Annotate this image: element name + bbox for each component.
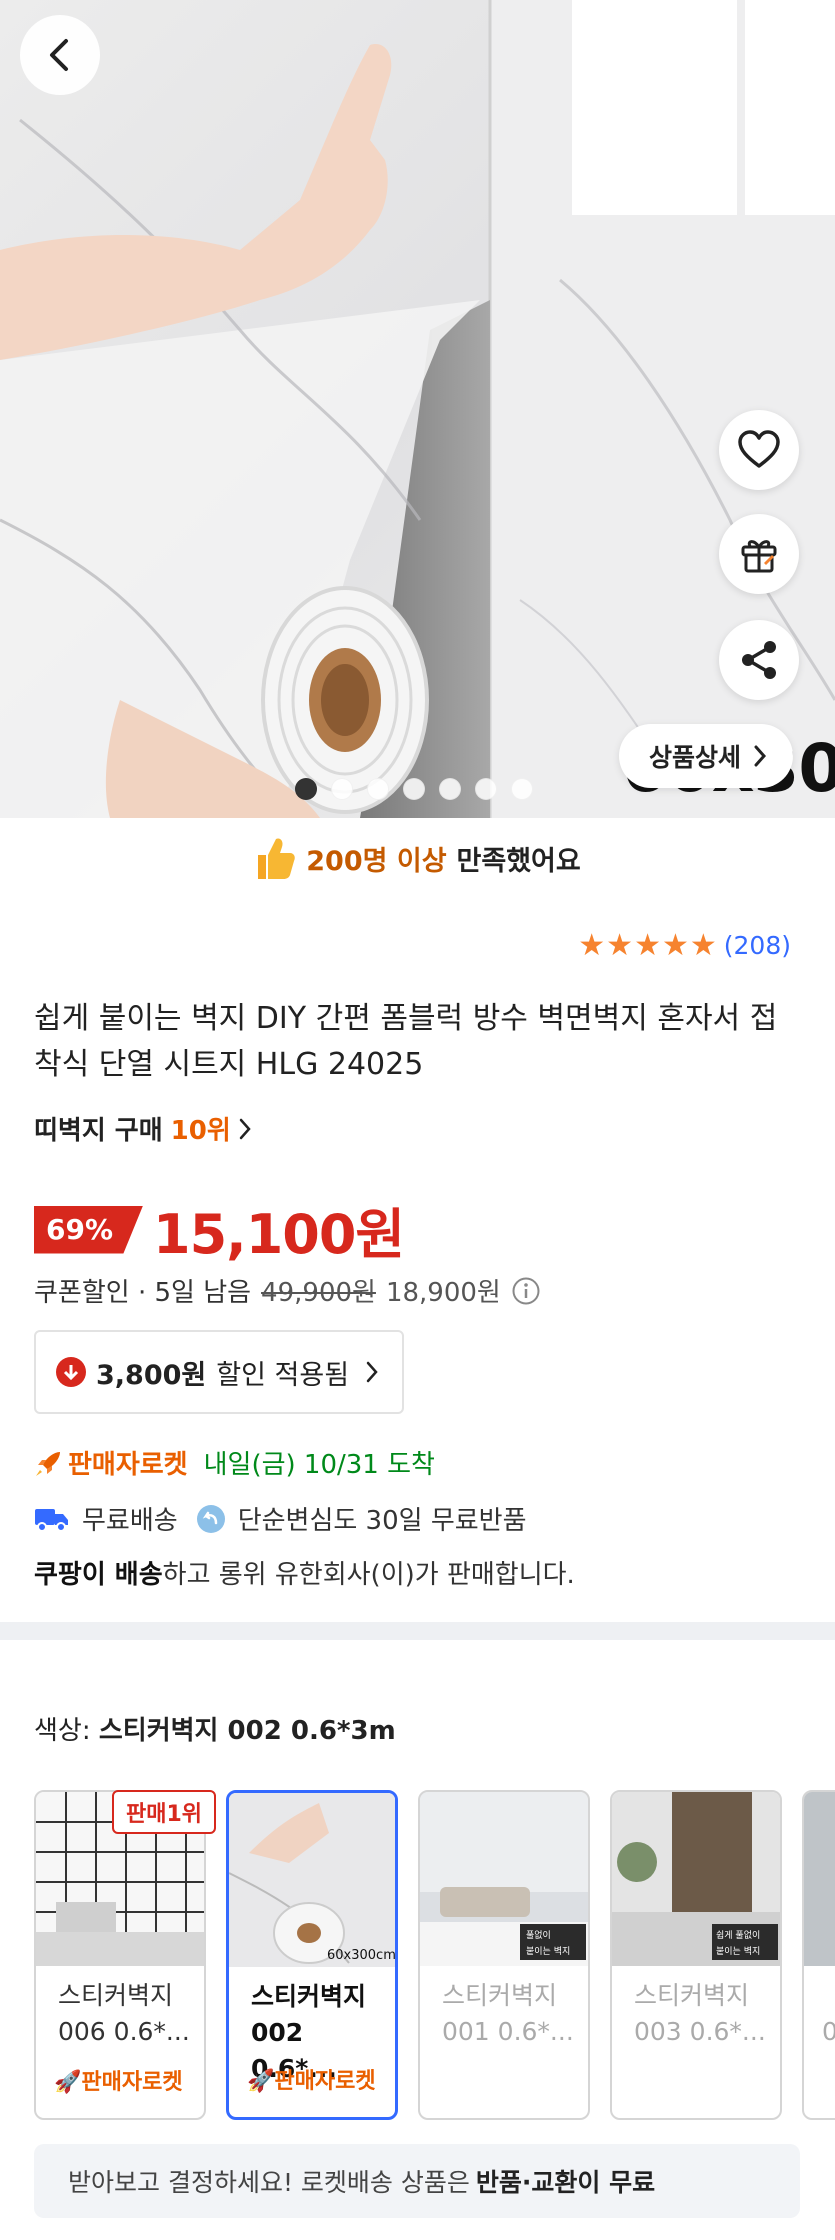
satisfaction-count: 200명 이상 [306, 845, 447, 877]
share-icon [742, 641, 776, 679]
review-count[interactable]: (208) [724, 931, 791, 960]
seller-rocket-label: 판매자로켓 [68, 1450, 188, 1480]
pagination-dot[interactable] [403, 778, 425, 800]
pagination-dot[interactable] [331, 778, 353, 800]
svg-text:쉽게 풀없이: 쉽게 풀없이 [716, 1930, 760, 1941]
discount-applied-button[interactable]: 3,800원 할인 적용됨 [34, 1330, 404, 1414]
option-rocket-label: 🚀판매자로켓 [247, 2069, 376, 2094]
free-shipping-text: 무료배송 [82, 1506, 178, 1536]
price-row: 69% 15,100원 [34, 1190, 405, 1269]
back-button[interactable] [20, 15, 100, 95]
return-policy-text: 받아보고 결정하세요! 로켓배송 상품은 [68, 2168, 470, 2197]
option-thumb-label: 60x300cm [327, 1948, 395, 1963]
option-swatch[interactable]: 쉽게 풀없이 붙이는 벽지 스티커벽지 003 0.6*... [610, 1790, 782, 2120]
product-detail-label: 상품상세 [648, 743, 741, 772]
wishlist-button[interactable] [719, 410, 799, 490]
seller-rest: 하고 롱위 유한회사(이)가 판매합니다. [162, 1560, 575, 1590]
product-photo [0, 0, 835, 818]
section-divider [0, 1622, 835, 1640]
chevron-right-icon [239, 1118, 251, 1139]
rank-label: 띠벽지 구매 [34, 1116, 163, 1146]
option-label: 색상: 스티커벽지 002 0.6*3m [34, 1710, 396, 1747]
pagination-dot[interactable] [295, 778, 317, 800]
heart-icon [738, 430, 780, 468]
product-image[interactable]: 60x300cm 상품상세 [0, 0, 835, 818]
option-selected-value: 스티커벽지 002 0.6*3m [98, 1716, 396, 1746]
svg-text:붙이는 벽지: 붙이는 벽지 [526, 1946, 570, 1957]
pagination-dot[interactable] [475, 778, 497, 800]
option-name: 0 [804, 1966, 835, 2050]
discount-applied-text: 할인 적용됨 [216, 1359, 350, 1391]
image-pagination-dots [295, 778, 533, 800]
return-policy-note: 받아보고 결정하세요! 로켓배송 상품은 반품·교환이 무료 [34, 2144, 800, 2218]
share-button[interactable] [719, 620, 799, 700]
option-thumbnail: 풀없이 붙이는 벽지 [420, 1792, 588, 1966]
category-rank[interactable]: 띠벽지 구매 10위 [34, 1110, 251, 1147]
sale-price: 15,100원 [153, 1203, 405, 1266]
star-rating-icon: ★★★★★ [578, 928, 718, 963]
return-icon [196, 1504, 225, 1533]
thumbs-up-icon [258, 838, 296, 879]
free-return-text: 단순변심도 30일 무료반품 [237, 1506, 527, 1536]
svg-text:풀없이: 풀없이 [526, 1930, 551, 1941]
info-icon[interactable] [511, 1276, 541, 1306]
chevron-left-icon [50, 39, 68, 71]
arrow-down-icon [56, 1357, 86, 1387]
coupon-price: 18,900원 [385, 1278, 501, 1308]
satisfaction-text: 만족했어요 [456, 845, 581, 877]
option-thumbnail: 60x300cm [229, 1793, 395, 1967]
rank-value: 10위 [170, 1116, 231, 1146]
gift-icon [741, 540, 777, 573]
coupon-info: 쿠폰할인 · 5일 남음 49,900원 18,900원 [34, 1272, 541, 1309]
shipping-info: 무료배송 단순변심도 30일 무료반품 [34, 1500, 527, 1537]
chevron-right-icon [754, 745, 767, 767]
arrival-date: 내일(금) 10/31 도착 [203, 1450, 435, 1480]
option-name: 스티커벽지 001 0.6*... [442, 1981, 574, 2046]
discount-amount: 3,800원 [96, 1359, 207, 1391]
option-swatch[interactable]: 풀없이 붙이는 벽지 스티커벽지 001 0.6*... [418, 1790, 590, 2120]
rocket-icon [36, 1451, 60, 1476]
product-detail-button[interactable]: 상품상세 [618, 724, 793, 788]
truck-icon [35, 1508, 68, 1532]
coupon-label: 쿠폰할인 · 5일 남음 [34, 1278, 252, 1308]
option-thumbnail [804, 1792, 835, 1966]
option-name: 스티커벽지 006 0.6*... [58, 1981, 190, 2046]
delivery-info: 판매자로켓 내일(금) 10/31 도착 [34, 1444, 435, 1481]
option-swatch[interactable]: 스티커벽지 006 0.6*... 🚀판매자로켓 [34, 1790, 206, 2120]
pagination-dot[interactable] [367, 778, 389, 800]
option-swatch[interactable]: 0 [802, 1790, 835, 2120]
product-title: 쉽게 붙이는 벽지 DIY 간편 폼블럭 방수 벽면벽지 혼자서 접착식 단열 … [34, 1001, 778, 1082]
option-rocket-label: 🚀판매자로켓 [54, 2070, 183, 2095]
option-thumbnail: 쉽게 풀없이 붙이는 벽지 [612, 1792, 780, 1966]
seller-bold: 쿠팡이 배송 [34, 1560, 163, 1590]
original-price: 49,900원 [261, 1278, 376, 1308]
rating[interactable]: ★★★★★ (208) [578, 928, 791, 963]
gift-button[interactable] [719, 514, 799, 594]
return-policy-bold: 반품·교환이 무료 [475, 2168, 656, 2197]
pagination-dot[interactable] [511, 778, 533, 800]
chevron-right-icon [366, 1361, 378, 1383]
option-name: 스티커벽지 003 0.6*... [634, 1981, 766, 2046]
option-label-prefix: 색상: [34, 1716, 91, 1746]
satisfaction-banner: 200명 이상 만족했어요 [0, 818, 835, 898]
seller-info: 쿠팡이 배송하고 롱위 유한회사(이)가 판매합니다. [34, 1554, 575, 1591]
option-swatch-list: 스티커벽지 006 0.6*... 🚀판매자로켓 판매1위 60x300cm 스… [34, 1790, 835, 2120]
svg-text:붙이는 벽지: 붙이는 벽지 [716, 1946, 760, 1957]
pagination-dot[interactable] [439, 778, 461, 800]
option-swatch-selected[interactable]: 60x300cm 스티커벽지 002 0.6*... 🚀판매자로켓 [226, 1790, 398, 2120]
discount-badge: 69% [34, 1205, 144, 1254]
best-seller-badge: 판매1위 [112, 1790, 217, 1834]
